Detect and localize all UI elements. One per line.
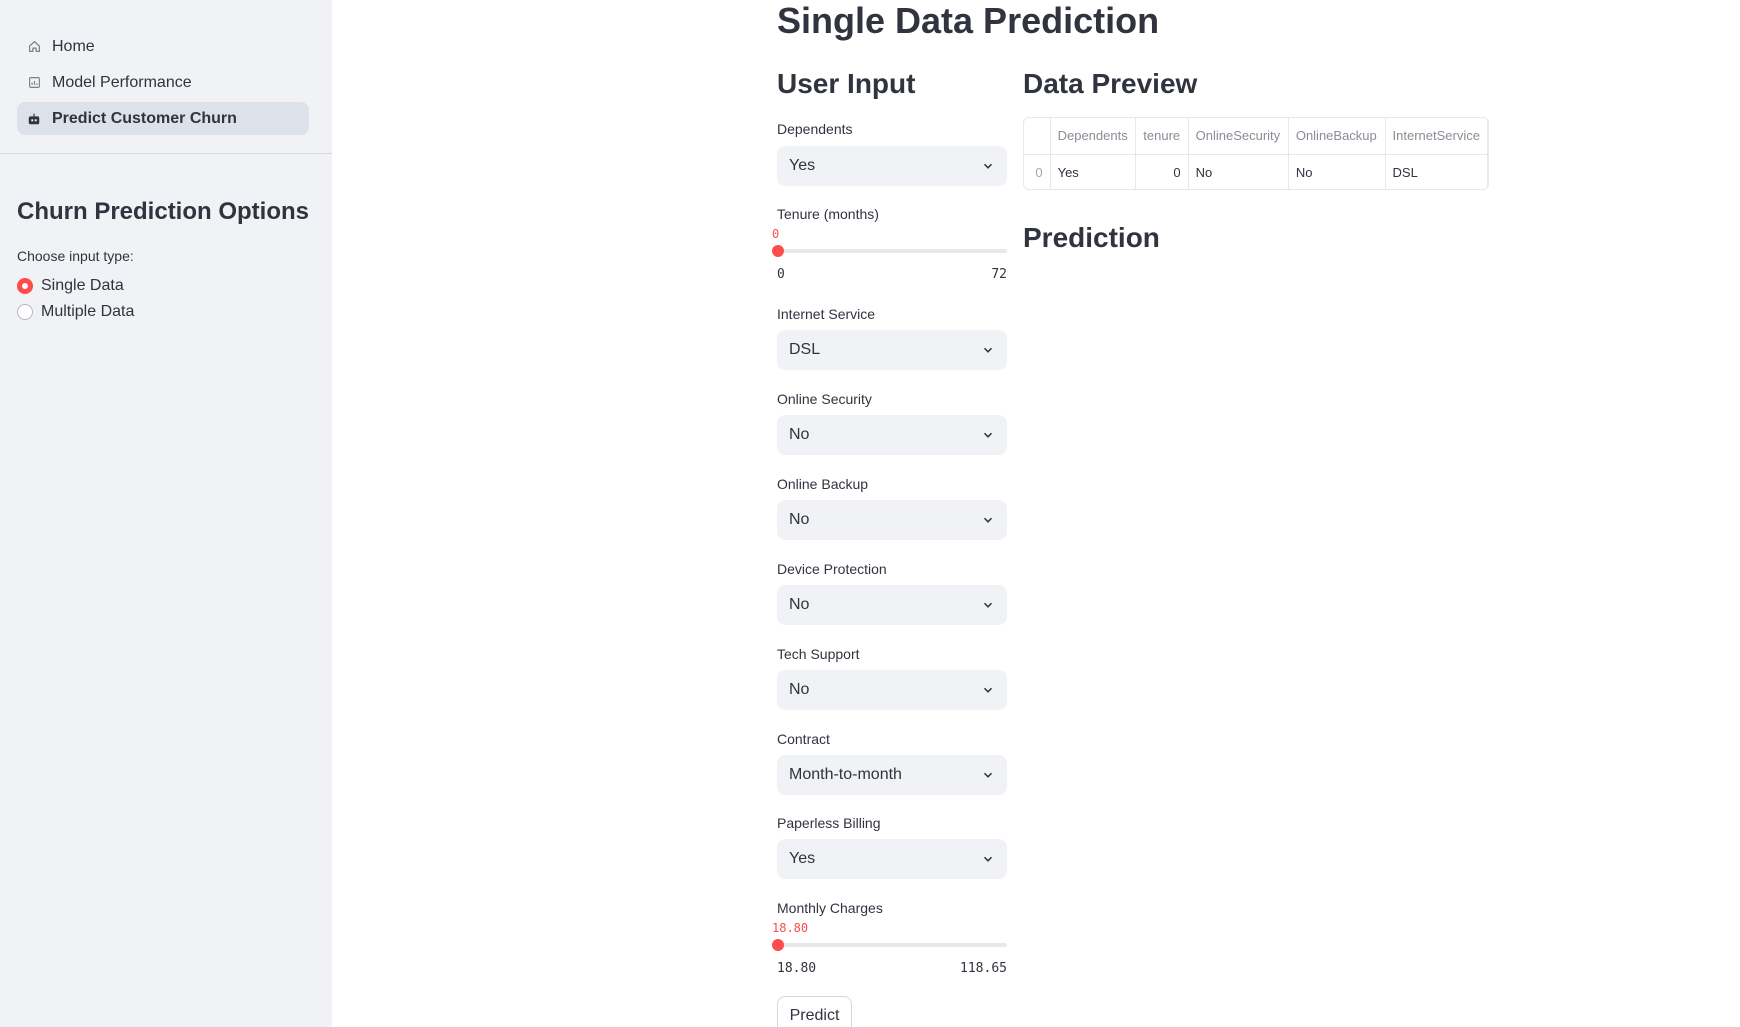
select-value: No [789, 681, 810, 698]
monthly-charges-slider-thumb[interactable] [772, 939, 784, 951]
input-type-label: Choose input type: [17, 248, 134, 264]
table-header[interactable]: tenure [1135, 118, 1189, 155]
table-header[interactable]: InternetService [1385, 118, 1488, 155]
slider-max: 72 [991, 267, 1007, 282]
select-value: No [789, 511, 810, 528]
slider-max: 118.65 [960, 961, 1007, 976]
select-value: DSL [789, 341, 821, 358]
tenure-slider-range: 0 72 [777, 267, 1007, 282]
online-backup-select[interactable]: No [777, 500, 1007, 540]
chevron-down-icon [981, 513, 995, 527]
monthly-charges-label: Monthly Charges [777, 900, 883, 916]
nav-item-label: Predict Customer Churn [52, 109, 237, 127]
online-security-select[interactable]: No [777, 415, 1007, 455]
sidebar-divider [0, 153, 332, 154]
chevron-down-icon [981, 159, 995, 173]
table-cell: Yes [1050, 154, 1137, 189]
table-cell: DSL [1385, 154, 1488, 189]
nav-item-label: Model Performance [52, 73, 192, 91]
monthly-charges-slider-range: 18.80 118.65 [777, 961, 1007, 976]
sidebar: Home Model Performance Predict Customer … [0, 0, 332, 1027]
tech-support-select[interactable]: No [777, 670, 1007, 710]
select-value: Yes [789, 157, 816, 174]
table-cell: 0 [1135, 154, 1189, 189]
radio-single-data[interactable]: Single Data [17, 277, 124, 295]
paperless-billing-label: Paperless Billing [777, 815, 881, 831]
table-header[interactable]: OnlineSecurity [1188, 118, 1289, 155]
monthly-charges-slider-track[interactable] [777, 943, 1007, 947]
table-cell-index: 0 [1024, 154, 1051, 189]
table-header[interactable]: OnlineBackup [1288, 118, 1386, 155]
device-protection-select[interactable]: No [777, 585, 1007, 625]
sidebar-nav: Home Model Performance Predict Customer … [17, 30, 309, 138]
table-cell: No [1288, 154, 1386, 189]
nav-item-model-performance[interactable]: Model Performance [17, 66, 309, 99]
chevron-down-icon [981, 683, 995, 697]
data-preview-table[interactable]: Dependents tenure OnlineSecurity OnlineB… [1023, 117, 1489, 190]
table-header-row: Dependents tenure OnlineSecurity OnlineB… [1024, 118, 1488, 155]
table-row: 0 Yes 0 No No DSL [1024, 154, 1488, 189]
radio-label: Single Data [41, 277, 124, 294]
tenure-slider-thumb[interactable] [772, 245, 784, 257]
online-backup-label: Online Backup [777, 476, 869, 492]
predict-button[interactable]: Predict [777, 996, 852, 1027]
chart-icon [27, 76, 41, 90]
tenure-label: Tenure (months) [777, 206, 879, 222]
chevron-down-icon [981, 343, 995, 357]
select-value: No [789, 426, 810, 443]
nav-item-home[interactable]: Home [17, 30, 309, 63]
slider-min: 0 [777, 267, 785, 282]
radio-multiple-data[interactable]: Multiple Data [17, 303, 134, 321]
prediction-title: Prediction [1023, 222, 1160, 253]
paperless-billing-select[interactable]: Yes [777, 839, 1007, 879]
nav-item-predict-customer-churn[interactable]: Predict Customer Churn [17, 102, 309, 135]
sidebar-options-title: Churn Prediction Options [17, 198, 309, 225]
chevron-down-icon [981, 428, 995, 442]
internet-service-select[interactable]: DSL [777, 330, 1007, 370]
chevron-down-icon [981, 598, 995, 612]
dependents-select[interactable]: Yes [777, 146, 1007, 186]
device-protection-label: Device Protection [777, 561, 887, 577]
internet-service-label: Internet Service [777, 306, 876, 322]
chevron-down-icon [981, 852, 995, 866]
tenure-slider-value: 0 [772, 227, 780, 241]
dependents-label: Dependents [777, 121, 853, 137]
slider-min: 18.80 [777, 961, 817, 976]
select-value: No [789, 596, 810, 613]
data-preview-title: Data Preview [1023, 68, 1198, 99]
nav-item-label: Home [52, 37, 95, 55]
table-header-index[interactable] [1024, 118, 1051, 155]
contract-select[interactable]: Month-to-month [777, 755, 1007, 795]
radio-button-checked[interactable] [17, 278, 33, 294]
page-title: Single Data Prediction [777, 0, 1160, 41]
tech-support-label: Tech Support [777, 646, 860, 662]
robot-icon [27, 112, 41, 126]
monthly-charges-slider-value: 18.80 [772, 921, 809, 935]
chevron-down-icon [981, 768, 995, 782]
radio-label: Multiple Data [41, 303, 135, 320]
table-header[interactable]: Dependents [1050, 118, 1137, 155]
select-value: Month-to-month [789, 766, 902, 783]
user-input-title: User Input [777, 68, 916, 99]
select-value: Yes [789, 850, 816, 867]
online-security-label: Online Security [777, 391, 872, 407]
home-icon [27, 40, 41, 54]
preview-table: Dependents tenure OnlineSecurity OnlineB… [1024, 118, 1488, 189]
tenure-slider-track[interactable] [777, 249, 1007, 253]
radio-button[interactable] [17, 304, 33, 320]
table-cell: No [1188, 154, 1289, 189]
contract-label: Contract [777, 731, 830, 747]
